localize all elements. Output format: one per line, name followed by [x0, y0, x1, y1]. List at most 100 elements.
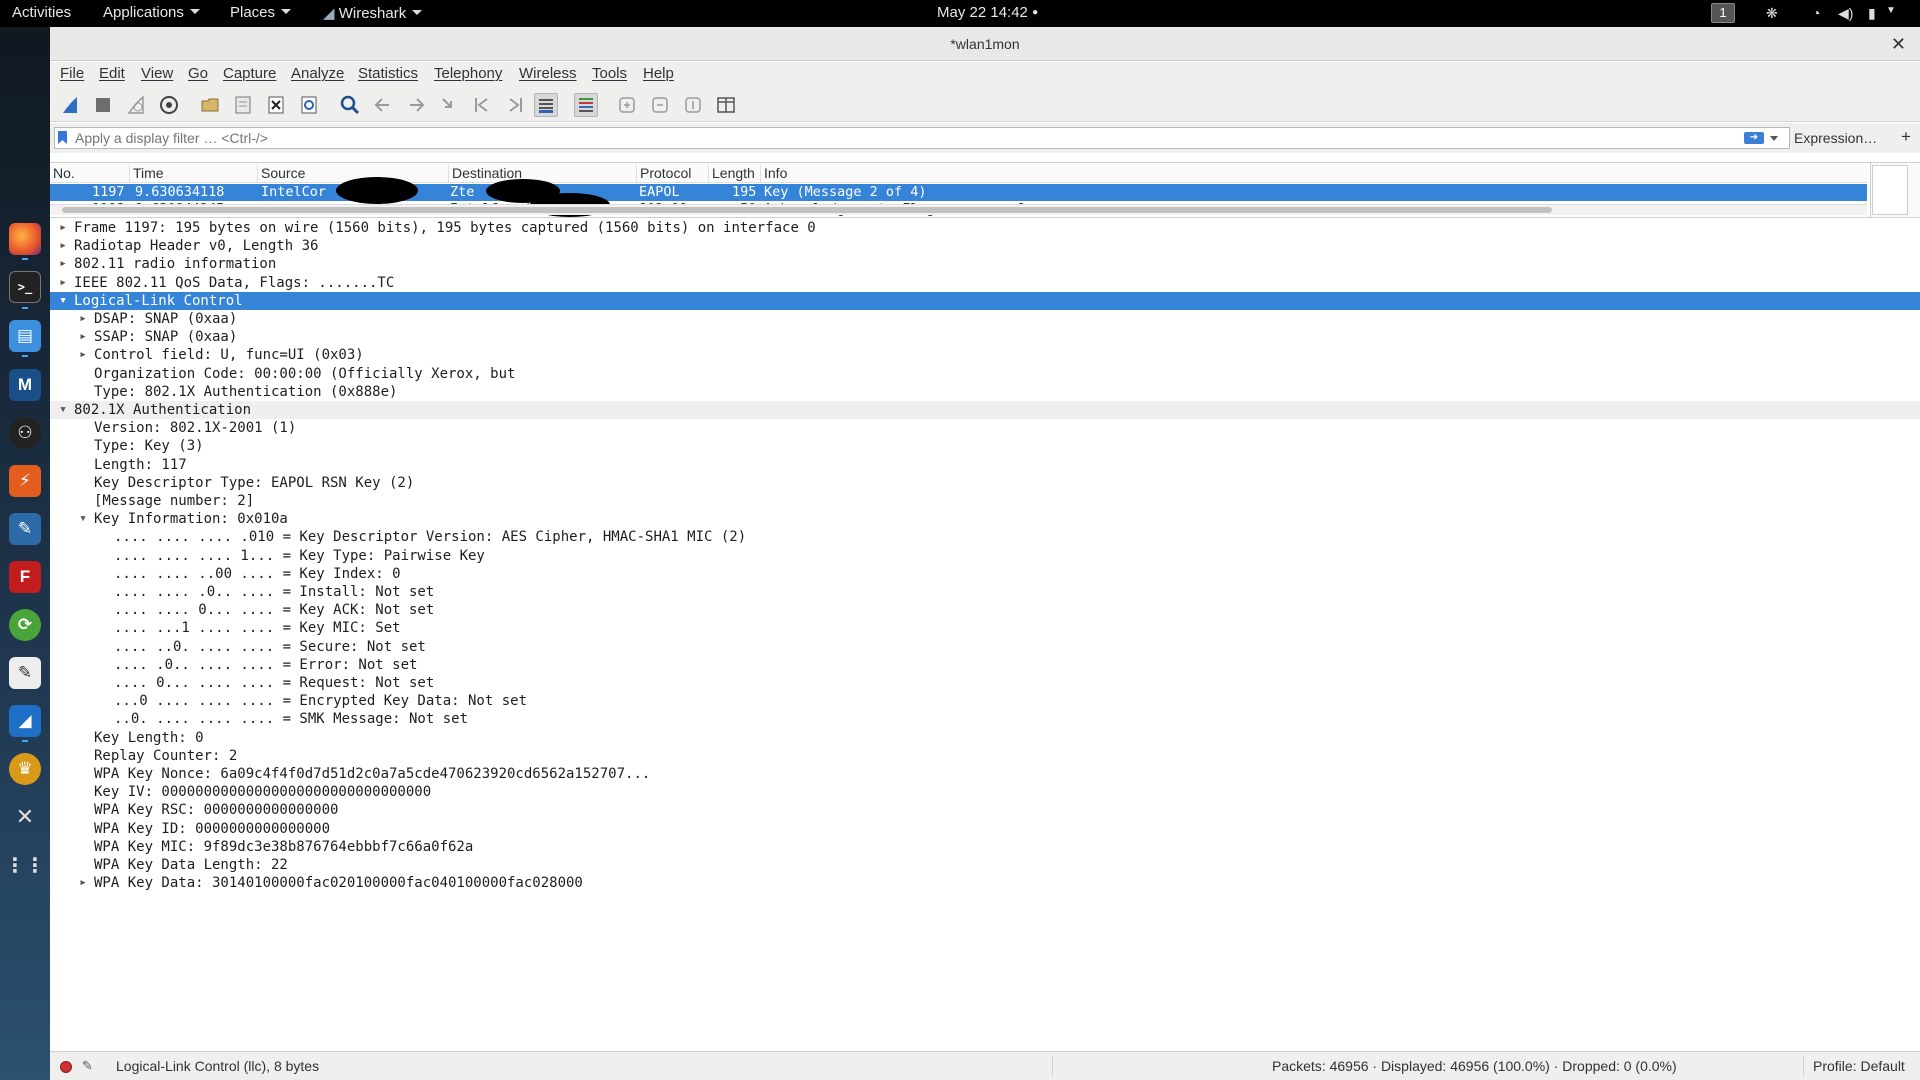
stop-capture-icon[interactable] — [91, 93, 115, 117]
tree-row[interactable]: ▸ DSAP: SNAP (0xaa) — [50, 310, 1920, 328]
expanded-arrow-icon[interactable]: ▾ — [58, 292, 68, 310]
armitage-icon[interactable]: ⚇ — [9, 417, 41, 449]
collapsed-arrow-icon[interactable]: ▸ — [58, 255, 68, 273]
colorize-icon[interactable] — [574, 93, 598, 117]
capture-comment-icon[interactable]: ✎ — [82, 1058, 93, 1074]
tree-row[interactable]: ▸ IEEE 802.11 QoS Data, Flags: .......TC — [50, 274, 1920, 292]
tree-row[interactable]: ▾ Key Information: 0x010a — [50, 510, 1920, 528]
files-icon[interactable]: ▤ — [9, 320, 41, 352]
collapsed-arrow-icon[interactable]: ▸ — [78, 874, 88, 892]
menu-analyze[interactable]: Analyze — [291, 65, 344, 82]
restart-capture-icon[interactable] — [124, 93, 148, 117]
resize-columns-icon[interactable] — [714, 93, 738, 117]
last-packet-icon[interactable] — [503, 93, 527, 117]
tree-row[interactable]: Key Length: 0 — [50, 729, 1920, 747]
packet-row[interactable]: 1197 9.630634118 IntelCor Zte EAPOL 195 … — [50, 184, 1867, 201]
packet-list-horizontal-scrollbar[interactable] — [50, 204, 1867, 215]
video-icon[interactable]: ❋ — [1766, 5, 1778, 22]
menu-help[interactable]: Help — [643, 65, 674, 82]
go-to-packet-icon[interactable] — [437, 93, 461, 117]
display-filter-input[interactable] — [54, 127, 1790, 149]
tree-row[interactable]: .... .... .... .010 = Key Descriptor Ver… — [50, 528, 1920, 546]
system-menu-caret-icon[interactable]: ▼ — [1886, 5, 1896, 16]
column-header-no[interactable]: No. — [50, 165, 75, 183]
tree-row[interactable]: .... .... ..00 .... = Key Index: 0 — [50, 565, 1920, 583]
status-profile[interactable]: Profile: Default — [1813, 1058, 1905, 1074]
firefox-icon[interactable] — [9, 223, 41, 255]
filter-history-chevron-icon[interactable] — [1770, 136, 1778, 141]
tools-icon[interactable]: ✕ — [9, 801, 41, 833]
apply-filter-arrow-icon[interactable]: ➜ — [1744, 132, 1764, 144]
tree-row[interactable]: Version: 802.1X-2001 (1) — [50, 419, 1920, 437]
tree-row[interactable]: ▸ 802.11 radio information — [50, 255, 1920, 273]
tree-row[interactable]: ..0. .... .... .... = SMK Message: Not s… — [50, 710, 1920, 728]
tree-row[interactable]: WPA Key ID: 0000000000000000 — [50, 820, 1920, 838]
expression-button[interactable]: Expression… — [1794, 130, 1877, 146]
tree-row[interactable]: ▾ Logical-Link Control — [50, 292, 1920, 310]
volume-icon[interactable]: ◀) — [1838, 5, 1853, 22]
tree-row[interactable]: Key IV: 00000000000000000000000000000000 — [50, 783, 1920, 801]
applications-menu[interactable]: Applications — [103, 4, 200, 21]
expanded-arrow-icon[interactable]: ▾ — [58, 401, 68, 419]
column-header-info[interactable]: Info — [760, 165, 787, 183]
zoom-out-icon[interactable] — [648, 93, 672, 117]
tree-row[interactable]: Type: Key (3) — [50, 437, 1920, 455]
reload-file-icon[interactable] — [297, 93, 321, 117]
tree-row[interactable]: ▸ Control field: U, func=UI (0x03) — [50, 346, 1920, 364]
tree-row[interactable]: .... ..0. .... .... = Secure: Not set — [50, 638, 1920, 656]
tree-row[interactable]: Key Descriptor Type: EAPOL RSN Key (2) — [50, 474, 1920, 492]
expanded-arrow-icon[interactable]: ▾ — [78, 510, 88, 528]
tree-row[interactable]: ▸ Radiotap Header v0, Length 36 — [50, 237, 1920, 255]
tree-row[interactable]: Length: 117 — [50, 456, 1920, 474]
tree-row[interactable]: Organization Code: 00:00:00 (Officially … — [50, 365, 1920, 383]
collapsed-arrow-icon[interactable]: ▸ — [58, 274, 68, 292]
maltego-icon[interactable]: ⟳ — [9, 609, 41, 641]
menu-go[interactable]: Go — [188, 65, 208, 82]
go-back-icon[interactable] — [371, 93, 395, 117]
text-editor-icon[interactable]: ✎ — [9, 657, 41, 689]
workspace-indicator[interactable]: 1 — [1711, 3, 1735, 23]
tree-row[interactable]: ...0 .... .... .... = Encrypted Key Data… — [50, 692, 1920, 710]
wifi-icon[interactable]: ◔ — [1812, 5, 1820, 21]
tree-row[interactable]: .... .... 0... .... = Key ACK: Not set — [50, 601, 1920, 619]
menu-telephony[interactable]: Telephony — [434, 65, 502, 82]
tree-row[interactable]: WPA Key MIC: 9f89dc3e38b876764ebbbf7c66a… — [50, 838, 1920, 856]
tree-row[interactable]: WPA Key Nonce: 6a09c4f4f0d7d51d2c0a7a5cd… — [50, 765, 1920, 783]
tree-row[interactable]: .... .0.. .... .... = Error: Not set — [50, 656, 1920, 674]
tree-row[interactable]: Type: 802.1X Authentication (0x888e) — [50, 383, 1920, 401]
normal-size-icon[interactable] — [681, 93, 705, 117]
zoom-in-icon[interactable] — [615, 93, 639, 117]
show-apps-icon[interactable]: ⋮⋮ — [5, 849, 45, 881]
open-file-icon[interactable] — [198, 93, 222, 117]
menu-view[interactable]: View — [141, 65, 173, 82]
tree-row[interactable]: ▸ SSAP: SNAP (0xaa) — [50, 328, 1920, 346]
collapsed-arrow-icon[interactable]: ▸ — [58, 237, 68, 255]
first-packet-icon[interactable] — [470, 93, 494, 117]
tree-row[interactable]: .... .... .... 1... = Key Type: Pairwise… — [50, 547, 1920, 565]
column-header-time[interactable]: Time — [129, 165, 164, 183]
save-file-icon[interactable] — [231, 93, 255, 117]
faraday-icon[interactable]: F — [9, 561, 41, 593]
activities-button[interactable]: Activities — [12, 4, 71, 21]
tree-row[interactable]: ▸ Frame 1197: 195 bytes on wire (1560 bit… — [50, 219, 1920, 237]
tree-row[interactable]: .... 0... .... .... = Request: Not set — [50, 674, 1920, 692]
tree-row[interactable]: Replay Counter: 2 — [50, 747, 1920, 765]
battery-icon[interactable]: ▮ — [1868, 5, 1876, 22]
tree-row[interactable]: WPA Key RSC: 0000000000000000 — [50, 801, 1920, 819]
metasploit-icon[interactable]: M — [9, 369, 41, 401]
expert-info-led-icon[interactable] — [60, 1061, 72, 1073]
wireshark-icon[interactable]: ◢ — [9, 705, 41, 737]
start-capture-icon[interactable] — [58, 93, 82, 117]
collapsed-arrow-icon[interactable]: ▸ — [78, 346, 88, 364]
menu-file[interactable]: File — [60, 65, 84, 82]
collapsed-arrow-icon[interactable]: ▸ — [78, 310, 88, 328]
column-header-protocol[interactable]: Protocol — [636, 165, 691, 183]
autoscroll-icon[interactable] — [534, 93, 558, 117]
tree-row[interactable]: .... .... .0.. .... = Install: Not set — [50, 583, 1920, 601]
close-icon[interactable]: ✕ — [1891, 27, 1906, 61]
scrollbar-thumb[interactable] — [62, 207, 1552, 213]
tree-row[interactable]: WPA Key Data Length: 22 — [50, 856, 1920, 874]
tree-row[interactable]: ▸ WPA Key Data: 30140100000fac020100000fa… — [50, 874, 1920, 892]
close-file-icon[interactable] — [264, 93, 288, 117]
beef-icon[interactable]: ✎ — [9, 513, 41, 545]
